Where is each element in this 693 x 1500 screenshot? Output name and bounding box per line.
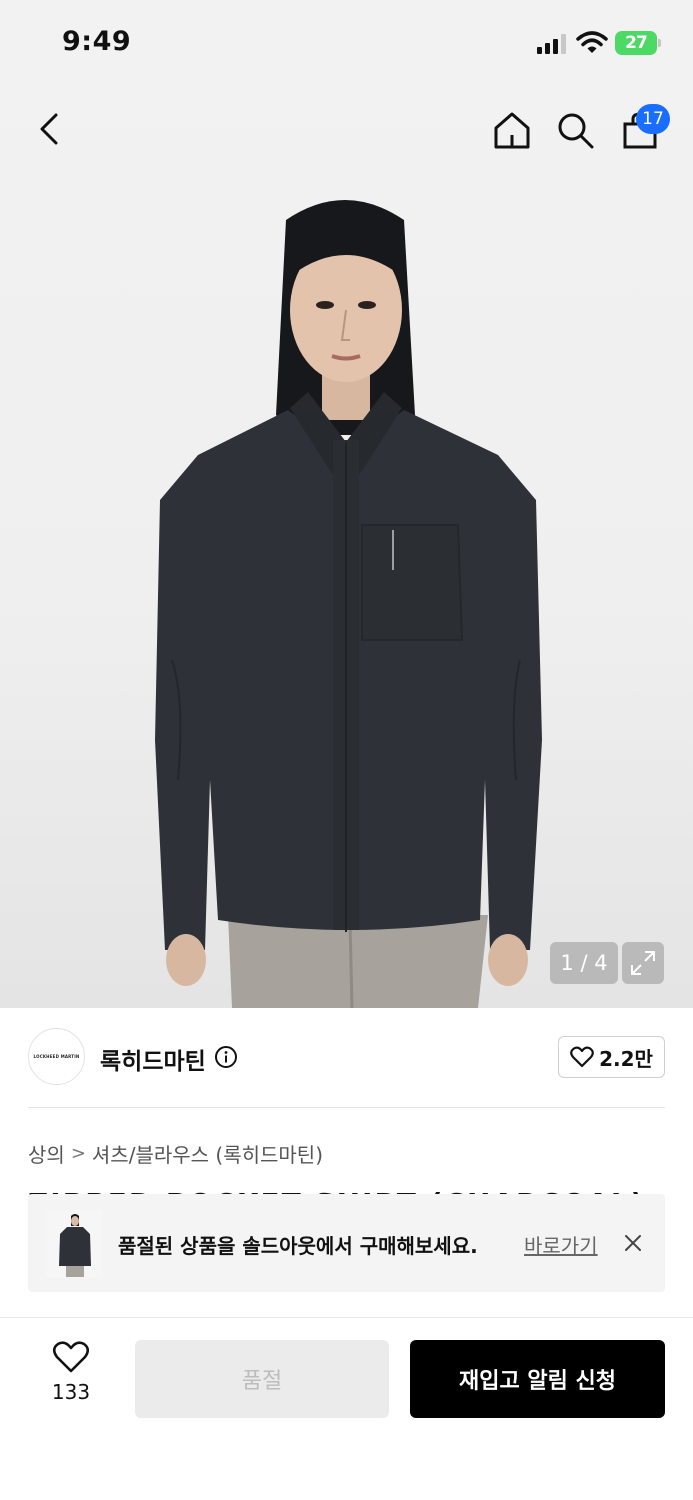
search-icon [558,113,594,149]
banner-message: 품절된 상품을 솔드아웃에서 구매해보세요. [118,1234,478,1258]
breadcrumb-subcategory[interactable]: 셔츠/블라우스 (록히드마틴) [92,1139,323,1168]
wishlist-button[interactable]: 133 [40,1340,102,1418]
breadcrumb-category[interactable]: 상의 [28,1139,65,1168]
chevron-right-icon: > [70,1143,86,1164]
status-bar: 9:49 27 [0,0,693,88]
back-button[interactable] [26,105,74,153]
status-time: 9:49 [62,26,132,57]
soldout-button[interactable]: 품절 [135,1340,389,1418]
home-icon [494,112,530,149]
chevron-left-icon [40,113,58,145]
battery-level: 27 [625,33,648,53]
expand-button[interactable] [622,942,664,984]
breadcrumb: 상의 > 셔츠/블라우스 (록히드마틴) [28,1139,323,1168]
brand-logo-text: LOCKHEED MARTIN [33,1054,80,1059]
cart-count-badge: 17 [636,104,670,134]
wifi-icon [576,31,608,53]
bottom-bar-divider [0,1317,693,1318]
wishlist-count: 133 [51,1380,91,1404]
heart-icon [570,1046,594,1068]
brand-name[interactable]: 록히드마틴 [100,1042,206,1076]
heart-icon [52,1341,90,1373]
product-image-area[interactable]: 17 1 / 4 [0,0,693,1008]
banner-thumbnail [46,1210,103,1277]
search-button[interactable] [551,106,599,154]
restock-alert-button[interactable]: 재입고 알림 신청 [410,1340,665,1418]
signal-icon [537,34,567,54]
soldout-banner[interactable]: 품절된 상품을 솔드아웃에서 구매해보세요. 바로가기 [28,1194,665,1292]
home-button[interactable] [488,106,536,154]
banner-link[interactable]: 바로가기 [524,1230,598,1259]
brand-logo[interactable]: LOCKHEED MARTIN [28,1028,85,1085]
divider [28,1107,665,1108]
battery-icon: 27 [615,31,661,55]
brand-like-count: 2.2만 [599,1046,653,1071]
expand-icon [631,951,655,975]
brand-like-button[interactable]: 2.2만 [558,1036,665,1078]
product-photo[interactable] [0,180,693,1008]
close-icon[interactable] [622,1232,644,1254]
image-counter: 1 / 4 [550,942,618,984]
brand-row: LOCKHEED MARTIN 록히드마틴 2.2만 [28,1028,665,1086]
info-icon[interactable] [214,1045,238,1069]
